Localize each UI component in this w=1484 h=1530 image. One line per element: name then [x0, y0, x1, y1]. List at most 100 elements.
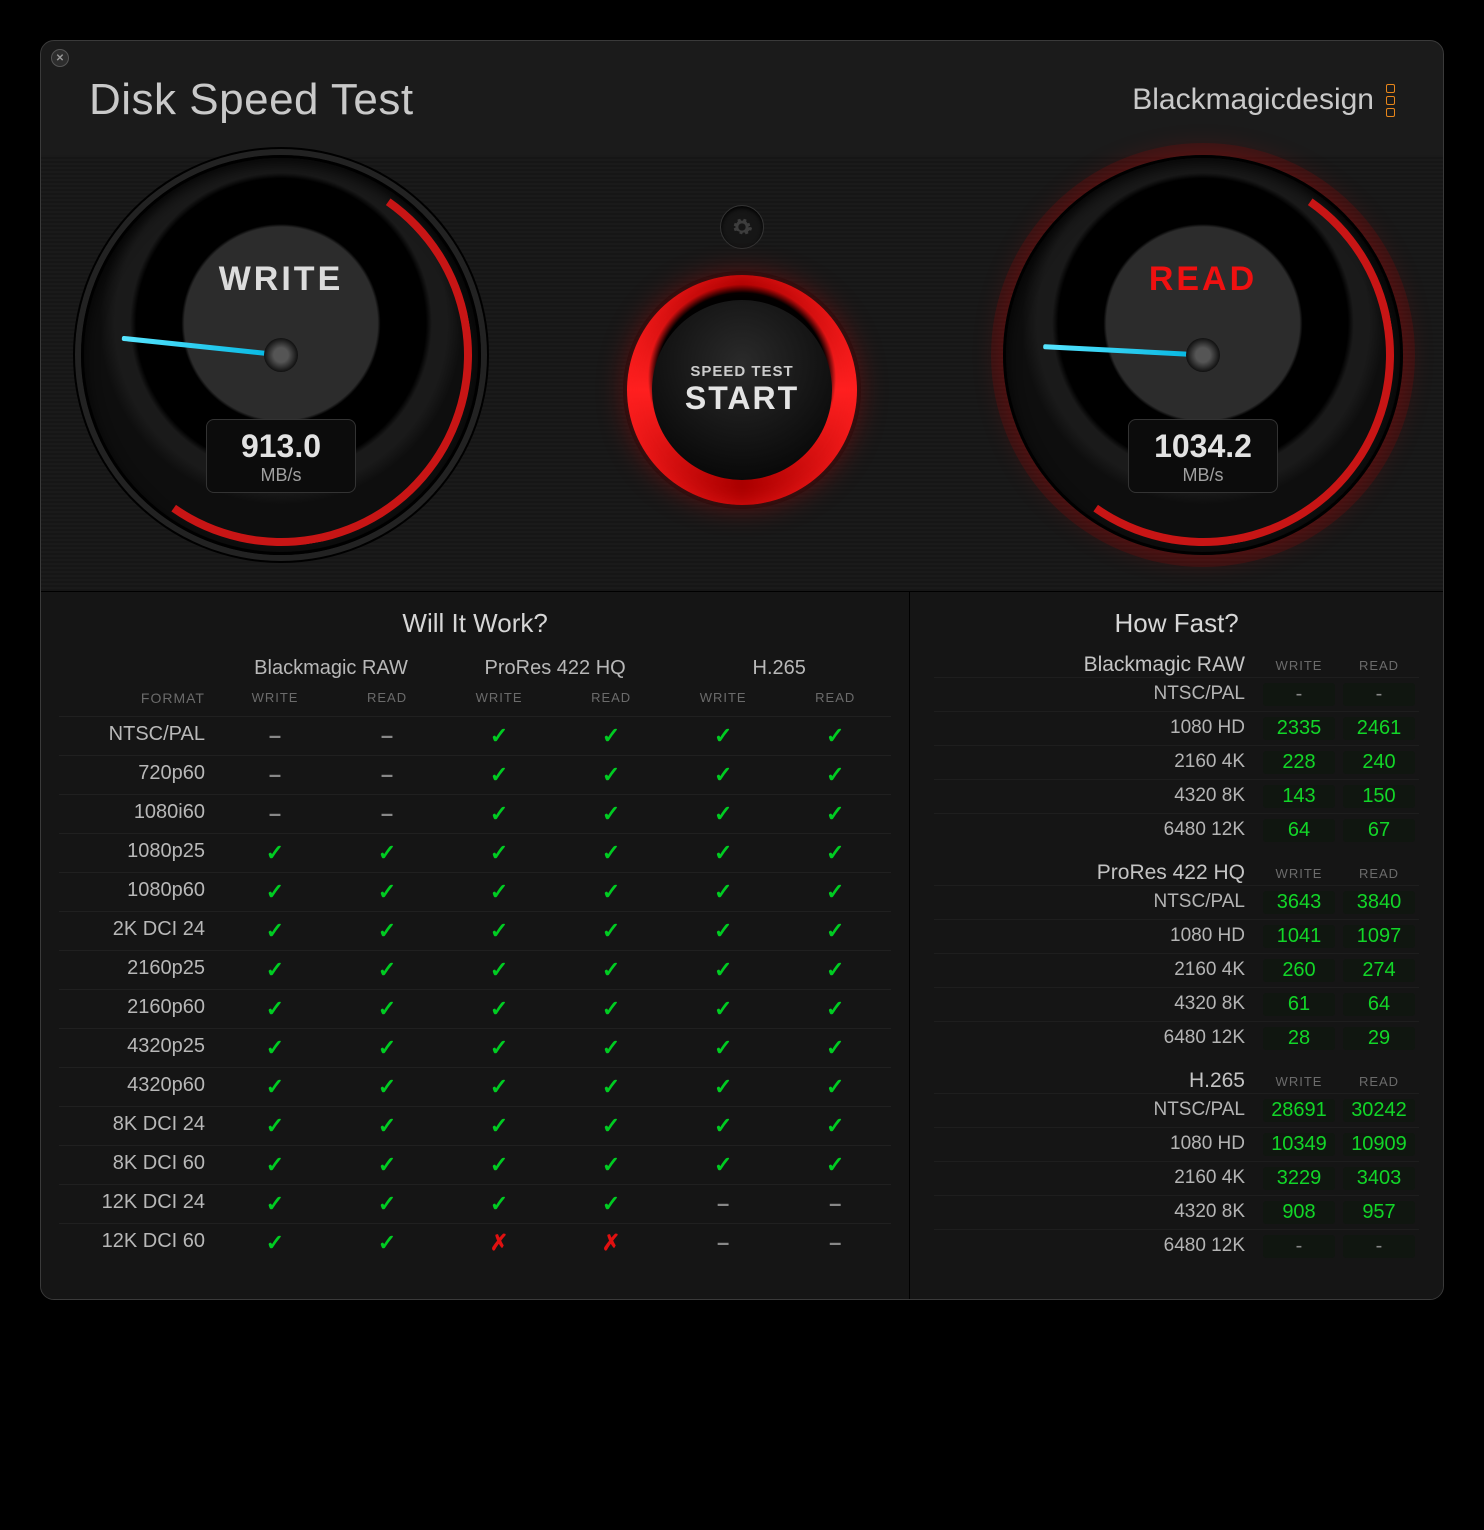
hf-write-val: 3229 — [1263, 1167, 1335, 1190]
settings-button[interactable] — [720, 205, 764, 249]
will-it-work-title: Will It Work? — [41, 592, 909, 653]
ww-sub-read: READ — [555, 684, 667, 716]
hf-row-0-4: 6480 12K6467 — [934, 813, 1419, 847]
hf-read-val: 30242 — [1343, 1099, 1415, 1122]
ww-cell-8-3: ✓ — [555, 1028, 667, 1067]
hf-read-val: - — [1343, 1235, 1415, 1258]
write-label: WRITE — [84, 260, 478, 299]
ww-cell-9-4: ✓ — [667, 1067, 779, 1106]
hf-fmt: 2160 4K — [934, 959, 1259, 982]
ww-cell-10-2: ✓ — [443, 1106, 555, 1145]
hf-group-2: H.265WRITEREADNTSC/PAL28691302421080 HD1… — [934, 1069, 1419, 1263]
center-controls: SPEED TEST START — [627, 205, 857, 505]
ww-format-12: 12K DCI 24 — [59, 1184, 219, 1223]
ww-cell-8-2: ✓ — [443, 1028, 555, 1067]
hf-fmt: 4320 8K — [934, 785, 1259, 808]
read-value-box: 1034.2 MB/s — [1128, 419, 1278, 493]
ww-cell-6-3: ✓ — [555, 950, 667, 989]
ww-cell-5-5: ✓ — [779, 911, 891, 950]
app-window: ✕ Disk Speed Test Blackmagicdesign WRITE… — [40, 40, 1444, 1300]
ww-cell-4-3: ✓ — [555, 872, 667, 911]
hf-group-1: ProRes 422 HQWRITEREADNTSC/PAL3643384010… — [934, 861, 1419, 1055]
ww-cell-6-5: ✓ — [779, 950, 891, 989]
start-button-inner: SPEED TEST START — [652, 300, 832, 480]
hf-fmt: 1080 HD — [934, 717, 1259, 740]
ww-sub-write: WRITE — [667, 684, 779, 716]
ww-cell-12-3: ✓ — [555, 1184, 667, 1223]
hf-row-2-2: 2160 4K32293403 — [934, 1161, 1419, 1195]
ww-format-7: 2160p60 — [59, 989, 219, 1028]
ww-format-9: 4320p60 — [59, 1067, 219, 1106]
write-value-box: 913.0 MB/s — [206, 419, 356, 493]
hf-sub-read: READ — [1339, 1074, 1419, 1089]
needle-hub-icon — [264, 338, 298, 372]
ww-cell-2-4: ✓ — [667, 794, 779, 833]
ww-cell-12-4: – — [667, 1184, 779, 1223]
hf-write-val: 10349 — [1263, 1133, 1335, 1156]
ww-cell-13-4: – — [667, 1223, 779, 1262]
how-fast-table: Blackmagic RAWWRITEREADNTSC/PAL--1080 HD… — [910, 653, 1443, 1299]
ww-format-8: 4320p25 — [59, 1028, 219, 1067]
hf-row-1-1: 1080 HD10411097 — [934, 919, 1419, 953]
hf-row-2-1: 1080 HD1034910909 — [934, 1127, 1419, 1161]
hf-fmt: 6480 12K — [934, 1027, 1259, 1050]
ww-cell-2-1: – — [331, 794, 443, 833]
how-fast-title: How Fast? — [910, 592, 1443, 653]
ww-cell-13-1: ✓ — [331, 1223, 443, 1262]
hf-fmt: 2160 4K — [934, 751, 1259, 774]
ww-cell-5-2: ✓ — [443, 911, 555, 950]
ww-cell-10-0: ✓ — [219, 1106, 331, 1145]
read-value: 1034.2 — [1129, 428, 1277, 465]
hf-row-1-0: NTSC/PAL36433840 — [934, 885, 1419, 919]
ww-cell-11-1: ✓ — [331, 1145, 443, 1184]
hf-fmt: 1080 HD — [934, 1133, 1259, 1156]
hf-row-1-4: 6480 12K2829 — [934, 1021, 1419, 1055]
start-button[interactable]: SPEED TEST START — [627, 275, 857, 505]
hf-row-0-2: 2160 4K228240 — [934, 745, 1419, 779]
hf-write-val: 2335 — [1263, 717, 1335, 740]
ww-cell-12-1: ✓ — [331, 1184, 443, 1223]
brand: Blackmagicdesign — [1132, 83, 1395, 117]
ww-format-10: 8K DCI 24 — [59, 1106, 219, 1145]
hf-read-val: 64 — [1343, 993, 1415, 1016]
ww-cell-7-4: ✓ — [667, 989, 779, 1028]
ww-codec-2: H.265 — [667, 653, 891, 684]
ww-cell-7-5: ✓ — [779, 989, 891, 1028]
ww-cell-5-3: ✓ — [555, 911, 667, 950]
hf-row-1-3: 4320 8K6164 — [934, 987, 1419, 1021]
hf-codec-0: Blackmagic RAW — [934, 653, 1259, 677]
results-panels: Will It Work? Blackmagic RAW ProRes 422 H… — [41, 591, 1443, 1299]
brand-text: Blackmagicdesign — [1132, 83, 1374, 117]
ww-cell-9-5: ✓ — [779, 1067, 891, 1106]
write-unit: MB/s — [207, 465, 355, 486]
hf-sub-write: WRITE — [1259, 658, 1339, 673]
ww-cell-5-0: ✓ — [219, 911, 331, 950]
close-button[interactable]: ✕ — [51, 49, 69, 67]
ww-format-5: 2K DCI 24 — [59, 911, 219, 950]
ww-cell-0-2: ✓ — [443, 716, 555, 755]
ww-codec-1: ProRes 422 HQ — [443, 653, 667, 684]
start-line2: START — [685, 380, 799, 417]
read-unit: MB/s — [1129, 465, 1277, 486]
hf-write-val: 143 — [1263, 785, 1335, 808]
ww-cell-4-0: ✓ — [219, 872, 331, 911]
ww-format-3: 1080p25 — [59, 833, 219, 872]
ww-cell-8-0: ✓ — [219, 1028, 331, 1067]
ww-cell-0-0: – — [219, 716, 331, 755]
hf-codec-2: H.265 — [934, 1069, 1259, 1093]
will-it-work-panel: Will It Work? Blackmagic RAWProRes 422 H… — [41, 592, 910, 1299]
write-gauge: WRITE 913.0 MB/s — [81, 155, 481, 555]
hf-sub-read: READ — [1339, 658, 1419, 673]
hf-fmt: 2160 4K — [934, 1167, 1259, 1190]
ww-sub-read: READ — [779, 684, 891, 716]
ww-cell-11-3: ✓ — [555, 1145, 667, 1184]
ww-format-header: FORMAT — [59, 684, 219, 716]
hf-write-val: 3643 — [1263, 891, 1335, 914]
hf-fmt: NTSC/PAL — [934, 683, 1259, 706]
ww-cell-0-3: ✓ — [555, 716, 667, 755]
hf-write-val: 908 — [1263, 1201, 1335, 1224]
hf-read-val: - — [1343, 683, 1415, 706]
ww-format-4: 1080p60 — [59, 872, 219, 911]
ww-cell-3-2: ✓ — [443, 833, 555, 872]
hf-sub-read: READ — [1339, 866, 1419, 881]
